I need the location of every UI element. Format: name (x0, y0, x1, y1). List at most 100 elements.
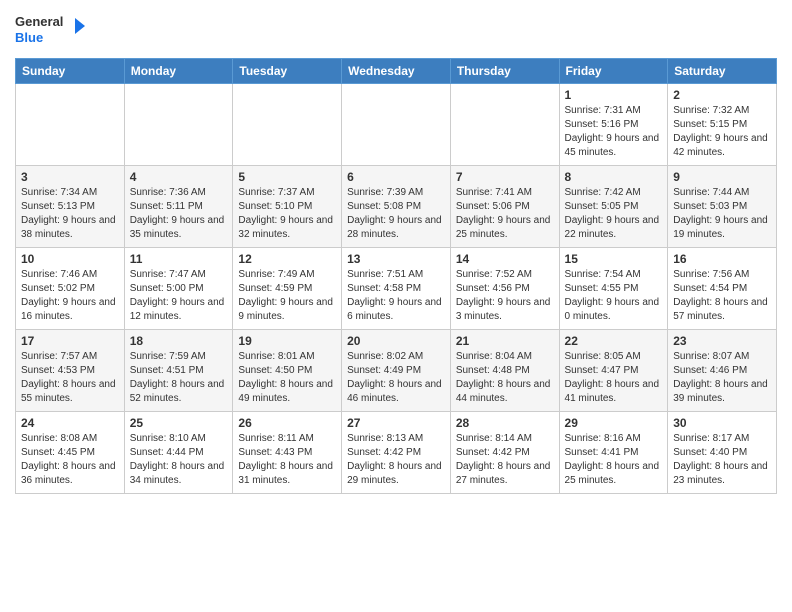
day-info: Sunrise: 8:04 AM Sunset: 4:48 PM Dayligh… (456, 350, 554, 406)
weekday-header-row: SundayMondayTuesdayWednesdayThursdayFrid… (16, 59, 777, 84)
day-info: Sunrise: 8:14 AM Sunset: 4:42 PM Dayligh… (456, 432, 554, 488)
calendar-cell: 5 Sunrise: 7:37 AM Sunset: 5:10 PM Daylig… (233, 166, 342, 248)
calendar-cell: 4 Sunrise: 7:36 AM Sunset: 5:11 PM Daylig… (124, 166, 233, 248)
day-info: Sunrise: 8:16 AM Sunset: 4:41 PM Dayligh… (565, 432, 663, 488)
day-number: 21 (456, 334, 554, 348)
day-info: Sunrise: 7:51 AM Sunset: 4:58 PM Dayligh… (347, 268, 445, 324)
day-number: 17 (21, 334, 119, 348)
calendar-cell: 8 Sunrise: 7:42 AM Sunset: 5:05 PM Daylig… (559, 166, 668, 248)
day-number: 16 (673, 252, 771, 266)
calendar-cell (124, 84, 233, 166)
calendar-cell: 13 Sunrise: 7:51 AM Sunset: 4:58 PM Dayli… (342, 248, 451, 330)
day-info: Sunrise: 7:32 AM Sunset: 5:15 PM Dayligh… (673, 104, 771, 160)
day-info: Sunrise: 8:07 AM Sunset: 4:46 PM Dayligh… (673, 350, 771, 406)
weekday-header-saturday: Saturday (668, 59, 777, 84)
calendar-cell: 9 Sunrise: 7:44 AM Sunset: 5:03 PM Daylig… (668, 166, 777, 248)
calendar-cell: 3 Sunrise: 7:34 AM Sunset: 5:13 PM Daylig… (16, 166, 125, 248)
day-info: Sunrise: 7:57 AM Sunset: 4:53 PM Dayligh… (21, 350, 119, 406)
weekday-header-sunday: Sunday (16, 59, 125, 84)
day-number: 12 (238, 252, 336, 266)
calendar-cell (233, 84, 342, 166)
day-info: Sunrise: 8:17 AM Sunset: 4:40 PM Dayligh… (673, 432, 771, 488)
calendar-cell: 26 Sunrise: 8:11 AM Sunset: 4:43 PM Dayli… (233, 412, 342, 494)
header: GeneralBlue (15, 10, 777, 50)
calendar-cell (342, 84, 451, 166)
day-number: 22 (565, 334, 663, 348)
svg-text:General: General (15, 14, 63, 29)
day-info: Sunrise: 7:59 AM Sunset: 4:51 PM Dayligh… (130, 350, 228, 406)
weekday-header-monday: Monday (124, 59, 233, 84)
calendar-cell: 1 Sunrise: 7:31 AM Sunset: 5:16 PM Daylig… (559, 84, 668, 166)
calendar-cell (16, 84, 125, 166)
week-row-1: 3 Sunrise: 7:34 AM Sunset: 5:13 PM Daylig… (16, 166, 777, 248)
calendar-cell: 6Sunrise: 7:39 AM Sunset: 5:08 PM Daylig… (342, 166, 451, 248)
day-number: 30 (673, 416, 771, 430)
day-number: 5 (238, 170, 336, 184)
calendar-cell: 18Sunrise: 7:59 AM Sunset: 4:51 PM Dayli… (124, 330, 233, 412)
day-info: Sunrise: 7:36 AM Sunset: 5:11 PM Dayligh… (130, 186, 228, 242)
calendar-cell: 22 Sunrise: 8:05 AM Sunset: 4:47 PM Dayli… (559, 330, 668, 412)
weekday-header-friday: Friday (559, 59, 668, 84)
day-number: 7 (456, 170, 554, 184)
day-info: Sunrise: 7:52 AM Sunset: 4:56 PM Dayligh… (456, 268, 554, 324)
day-number: 1 (565, 88, 663, 102)
day-number: 27 (347, 416, 445, 430)
calendar-cell: 29 Sunrise: 8:16 AM Sunset: 4:41 PM Dayli… (559, 412, 668, 494)
calendar-cell: 12 Sunrise: 7:49 AM Sunset: 4:59 PM Dayli… (233, 248, 342, 330)
day-info: Sunrise: 8:08 AM Sunset: 4:45 PM Dayligh… (21, 432, 119, 488)
day-info: Sunrise: 8:13 AM Sunset: 4:42 PM Dayligh… (347, 432, 445, 488)
day-number: 8 (565, 170, 663, 184)
day-number: 15 (565, 252, 663, 266)
calendar-cell: 19Sunrise: 8:01 AM Sunset: 4:50 PM Dayli… (233, 330, 342, 412)
calendar-cell: 28 Sunrise: 8:14 AM Sunset: 4:42 PM Dayli… (450, 412, 559, 494)
day-number: 24 (21, 416, 119, 430)
day-number: 28 (456, 416, 554, 430)
calendar-cell: 7 Sunrise: 7:41 AM Sunset: 5:06 PM Daylig… (450, 166, 559, 248)
day-info: Sunrise: 7:37 AM Sunset: 5:10 PM Dayligh… (238, 186, 336, 242)
week-row-2: 10Sunrise: 7:46 AM Sunset: 5:02 PM Dayli… (16, 248, 777, 330)
day-info: Sunrise: 7:34 AM Sunset: 5:13 PM Dayligh… (21, 186, 119, 242)
day-number: 14 (456, 252, 554, 266)
calendar-cell: 14 Sunrise: 7:52 AM Sunset: 4:56 PM Dayli… (450, 248, 559, 330)
day-number: 25 (130, 416, 228, 430)
day-info: Sunrise: 8:11 AM Sunset: 4:43 PM Dayligh… (238, 432, 336, 488)
day-number: 9 (673, 170, 771, 184)
calendar-cell: 10Sunrise: 7:46 AM Sunset: 5:02 PM Dayli… (16, 248, 125, 330)
day-number: 23 (673, 334, 771, 348)
day-number: 6 (347, 170, 445, 184)
calendar-cell: 27 Sunrise: 8:13 AM Sunset: 4:42 PM Dayli… (342, 412, 451, 494)
calendar-cell (450, 84, 559, 166)
day-number: 2 (673, 88, 771, 102)
week-row-0: 1 Sunrise: 7:31 AM Sunset: 5:16 PM Daylig… (16, 84, 777, 166)
page: GeneralBlue SundayMondayTuesdayWednesday… (0, 0, 792, 612)
calendar-cell: 16Sunrise: 7:56 AM Sunset: 4:54 PM Dayli… (668, 248, 777, 330)
day-number: 3 (21, 170, 119, 184)
day-number: 26 (238, 416, 336, 430)
week-row-4: 24 Sunrise: 8:08 AM Sunset: 4:45 PM Dayli… (16, 412, 777, 494)
day-info: Sunrise: 7:49 AM Sunset: 4:59 PM Dayligh… (238, 268, 336, 324)
day-number: 19 (238, 334, 336, 348)
day-info: Sunrise: 7:44 AM Sunset: 5:03 PM Dayligh… (673, 186, 771, 242)
day-number: 4 (130, 170, 228, 184)
day-info: Sunrise: 7:46 AM Sunset: 5:02 PM Dayligh… (21, 268, 119, 324)
day-info: Sunrise: 8:05 AM Sunset: 4:47 PM Dayligh… (565, 350, 663, 406)
day-number: 29 (565, 416, 663, 430)
calendar-table: SundayMondayTuesdayWednesdayThursdayFrid… (15, 58, 777, 494)
day-number: 20 (347, 334, 445, 348)
calendar-cell: 20Sunrise: 8:02 AM Sunset: 4:49 PM Dayli… (342, 330, 451, 412)
day-info: Sunrise: 7:31 AM Sunset: 5:16 PM Dayligh… (565, 104, 663, 160)
calendar-cell: 21 Sunrise: 8:04 AM Sunset: 4:48 PM Dayli… (450, 330, 559, 412)
day-info: Sunrise: 7:42 AM Sunset: 5:05 PM Dayligh… (565, 186, 663, 242)
calendar-cell: 25 Sunrise: 8:10 AM Sunset: 4:44 PM Dayli… (124, 412, 233, 494)
day-number: 13 (347, 252, 445, 266)
day-info: Sunrise: 8:10 AM Sunset: 4:44 PM Dayligh… (130, 432, 228, 488)
week-row-3: 17 Sunrise: 7:57 AM Sunset: 4:53 PM Dayli… (16, 330, 777, 412)
day-info: Sunrise: 7:41 AM Sunset: 5:06 PM Dayligh… (456, 186, 554, 242)
day-info: Sunrise: 7:47 AM Sunset: 5:00 PM Dayligh… (130, 268, 228, 324)
calendar-cell: 2 Sunrise: 7:32 AM Sunset: 5:15 PM Daylig… (668, 84, 777, 166)
day-info: Sunrise: 7:54 AM Sunset: 4:55 PM Dayligh… (565, 268, 663, 324)
weekday-header-wednesday: Wednesday (342, 59, 451, 84)
logo: GeneralBlue (15, 10, 85, 50)
calendar-cell: 17 Sunrise: 7:57 AM Sunset: 4:53 PM Dayli… (16, 330, 125, 412)
svg-text:Blue: Blue (15, 30, 43, 45)
